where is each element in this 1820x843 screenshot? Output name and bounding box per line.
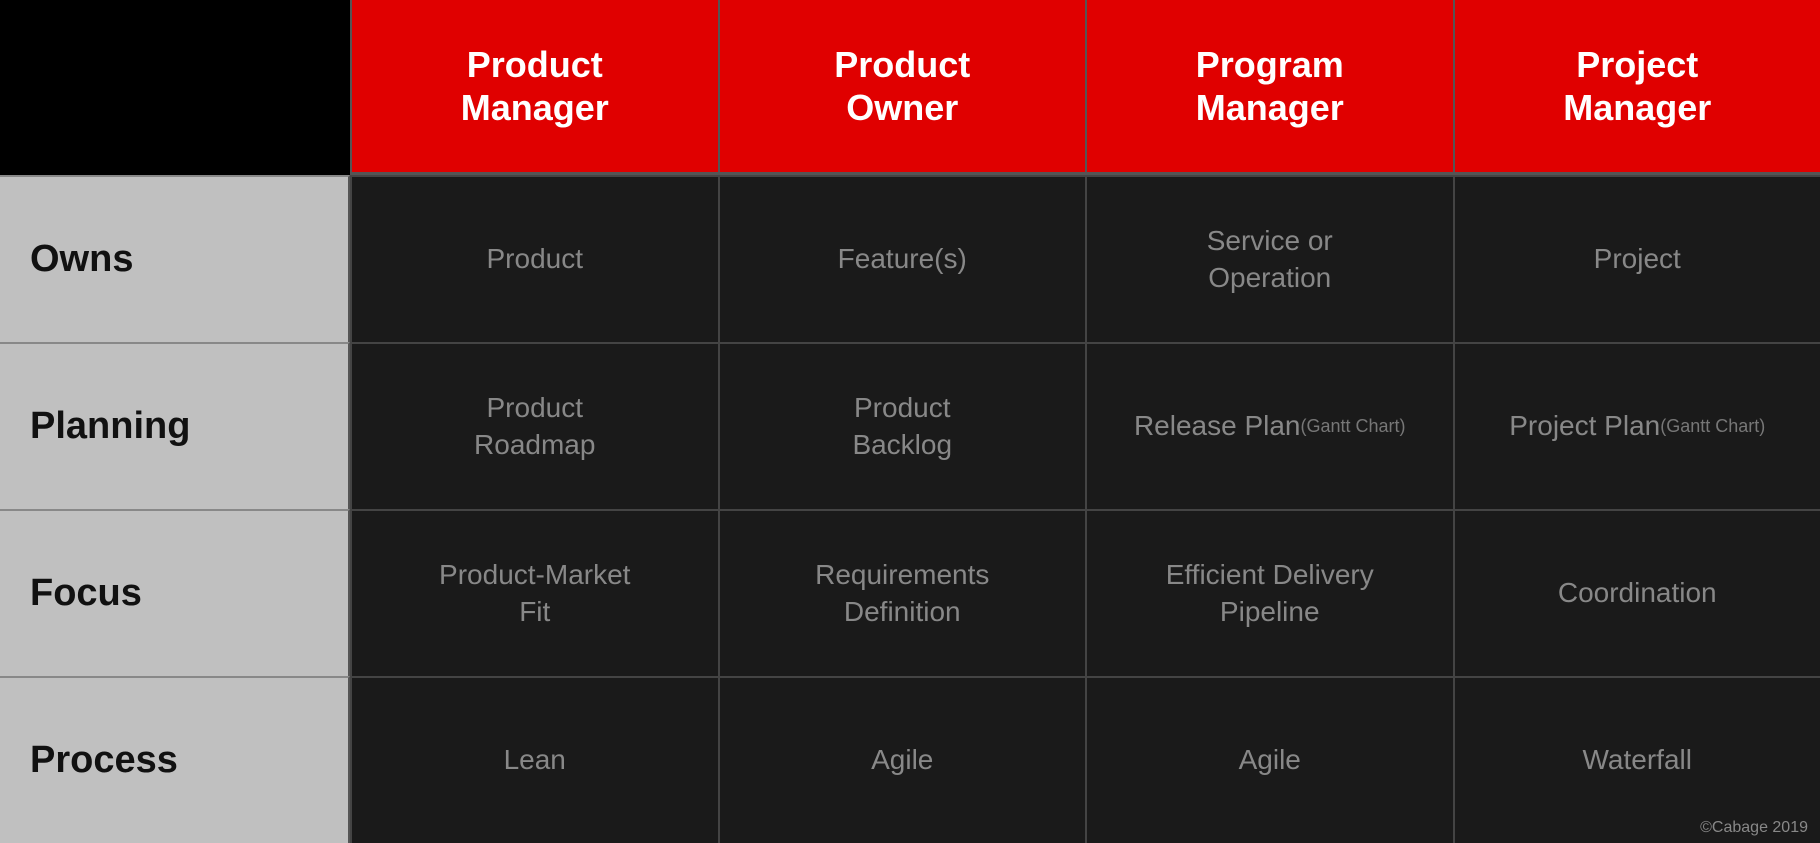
header-project-manager: ProjectManager	[1453, 0, 1820, 175]
owns-project-manager: Project	[1453, 175, 1820, 342]
row-label-owns: Owns	[0, 175, 350, 342]
planning-product-owner: ProductBacklog	[718, 342, 1086, 509]
comparison-table: ProductManager ProductOwner ProgramManag…	[0, 0, 1820, 843]
header-product-owner: ProductOwner	[718, 0, 1086, 175]
header-product-manager: ProductManager	[350, 0, 718, 175]
process-product-manager: Lean	[350, 676, 718, 843]
focus-product-owner: RequirementsDefinition	[718, 509, 1086, 676]
planning-product-manager: ProductRoadmap	[350, 342, 718, 509]
process-program-manager: Agile	[1085, 676, 1453, 843]
owns-product-owner: Feature(s)	[718, 175, 1086, 342]
row-label-planning: Planning	[0, 342, 350, 509]
row-label-process: Process	[0, 676, 350, 843]
focus-program-manager: Efficient DeliveryPipeline	[1085, 509, 1453, 676]
process-product-owner: Agile	[718, 676, 1086, 843]
row-label-focus: Focus	[0, 509, 350, 676]
planning-project-manager: Project Plan(Gantt Chart)	[1453, 342, 1820, 509]
focus-project-manager: Coordination	[1453, 509, 1820, 676]
header-program-manager: ProgramManager	[1085, 0, 1453, 175]
process-project-manager: Waterfall	[1453, 676, 1820, 843]
planning-program-manager: Release Plan(Gantt Chart)	[1085, 342, 1453, 509]
owns-product-manager: Product	[350, 175, 718, 342]
copyright-text: ©Cabage 2019	[1700, 819, 1808, 837]
focus-product-manager: Product-MarketFit	[350, 509, 718, 676]
header-empty-cell	[0, 0, 350, 175]
owns-program-manager: Service orOperation	[1085, 175, 1453, 342]
